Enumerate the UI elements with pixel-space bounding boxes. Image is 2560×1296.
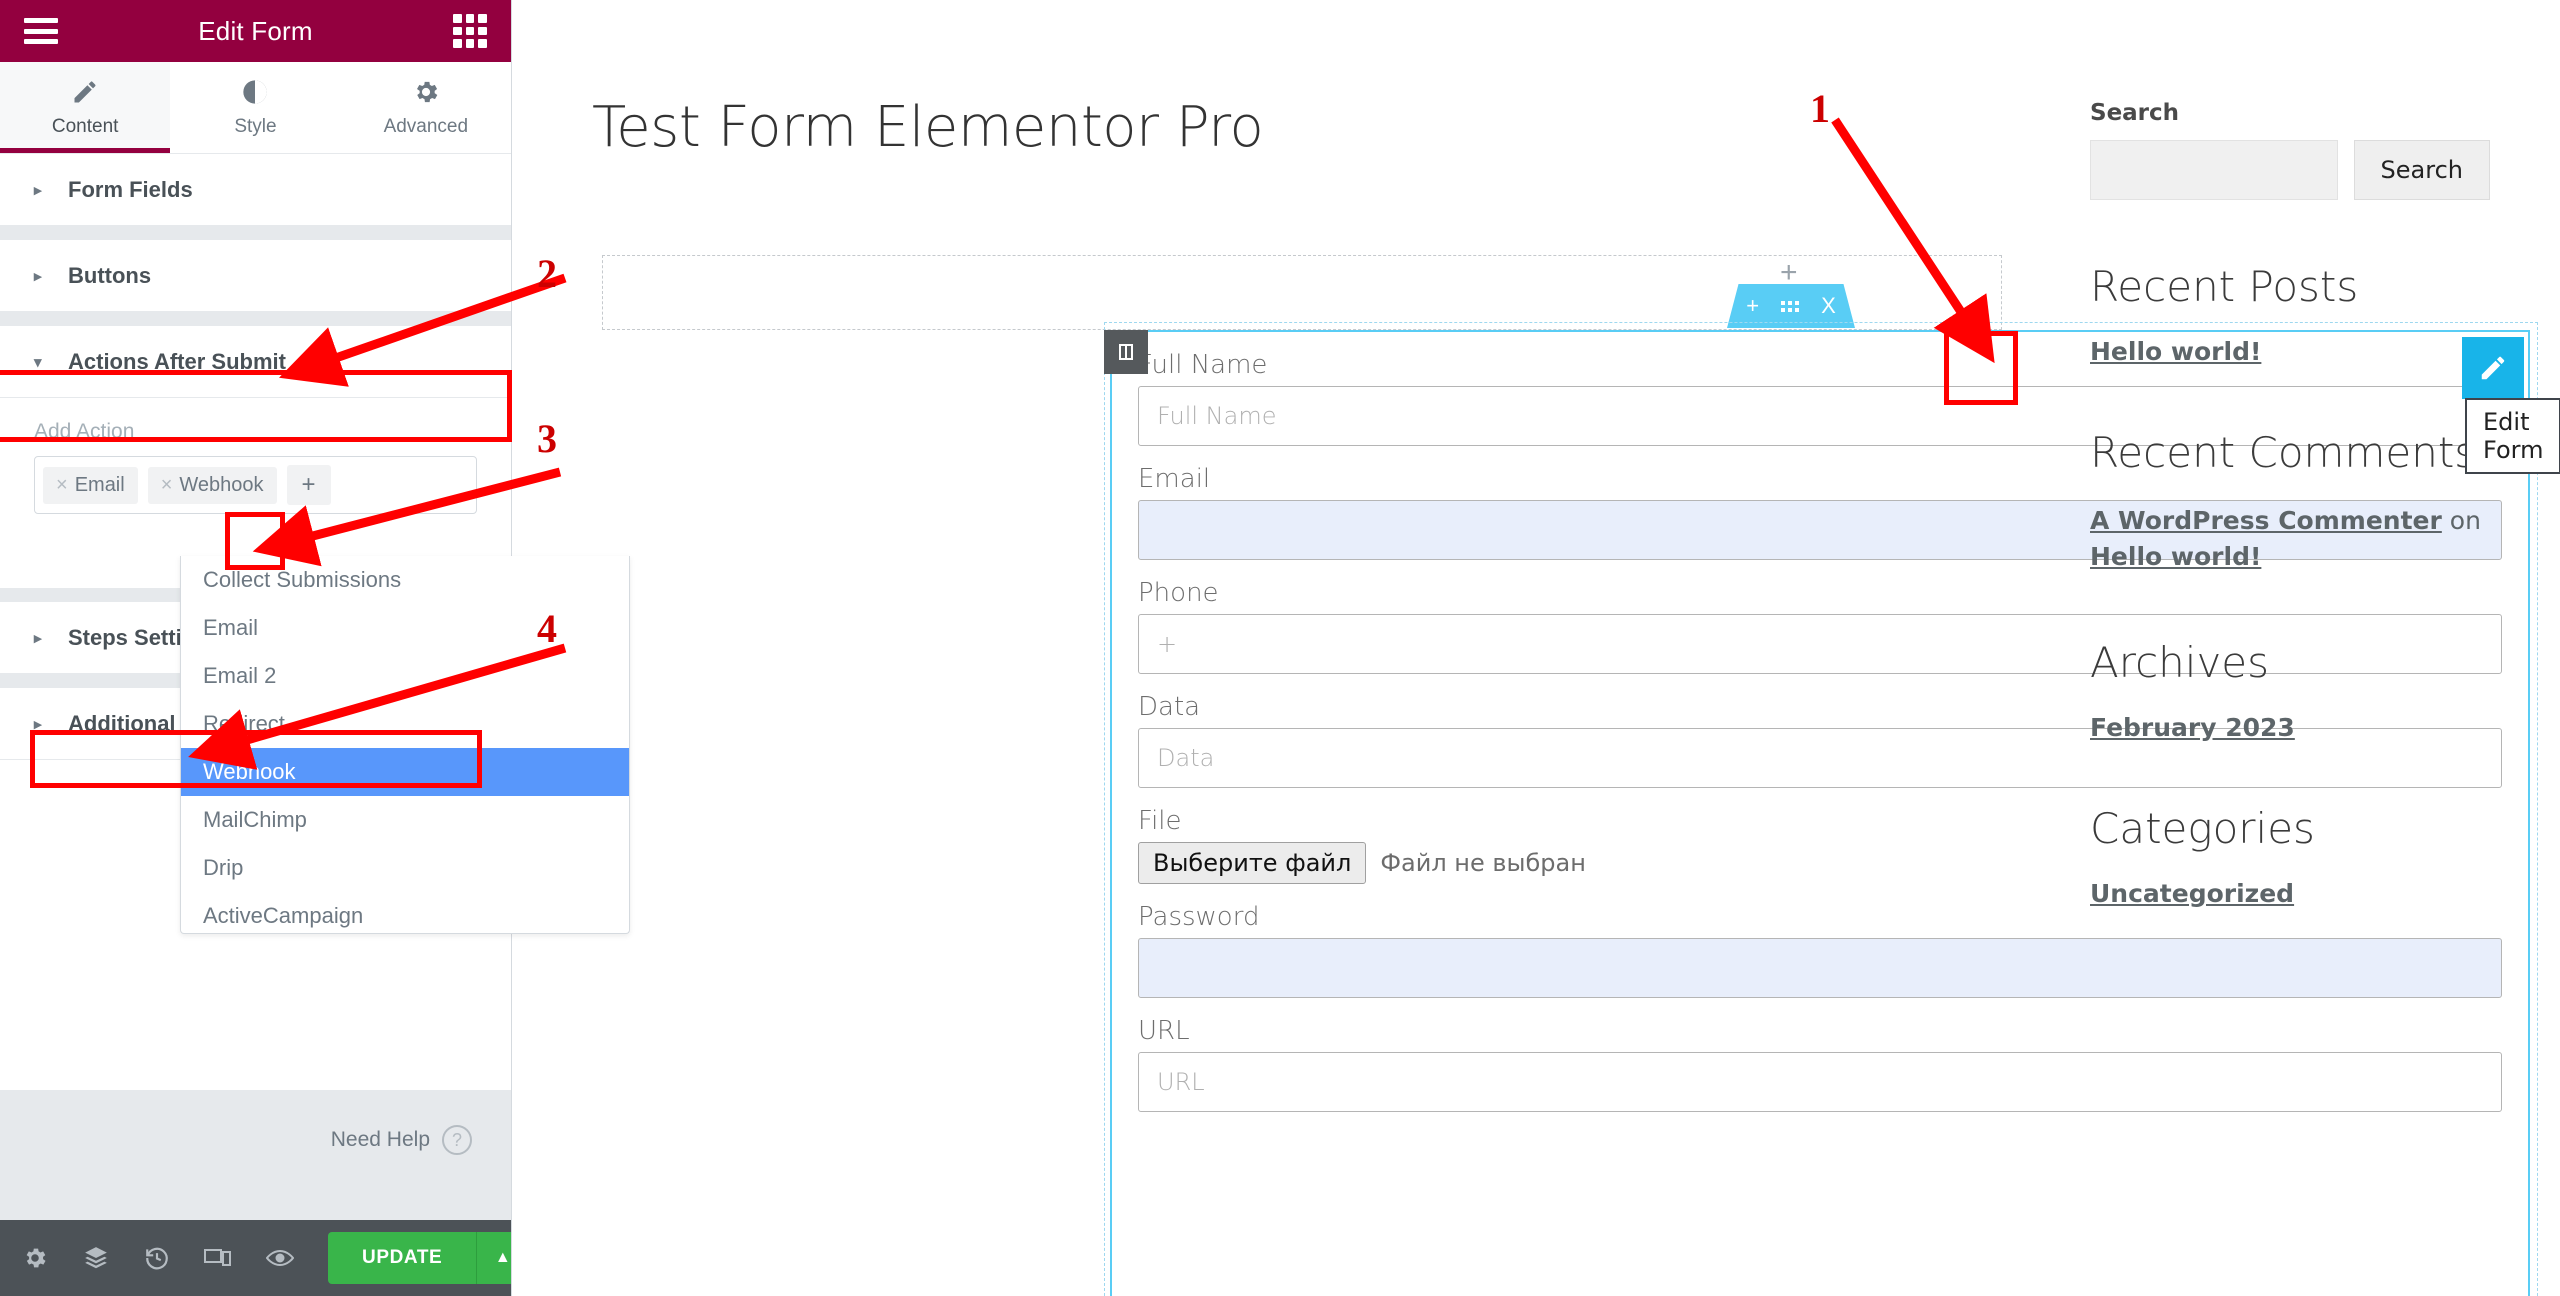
tab-style-label: Style — [234, 115, 277, 137]
plus-icon[interactable]: + — [1746, 293, 1759, 319]
contrast-icon — [241, 78, 269, 106]
dropdown-option-email[interactable]: Email — [181, 604, 629, 652]
add-action-label: Add Action — [34, 420, 135, 443]
gear-icon — [412, 78, 440, 106]
pencil-icon — [71, 78, 99, 106]
field-url: URL URL — [1138, 1016, 2502, 1112]
archive-link[interactable]: February 2023 — [2090, 713, 2490, 742]
sidebar-item-actions-after-submit-label: Actions After Submit — [68, 348, 286, 374]
add-action-section: Add Action × Email × Webhook + — [0, 398, 511, 524]
tab-advanced[interactable]: Advanced — [340, 62, 511, 153]
sidebar-item-buttons-label: Buttons — [68, 262, 152, 288]
panel-footer-space: Need Help ? — [0, 1090, 511, 1220]
add-action-plus-button[interactable]: + — [286, 465, 331, 505]
add-action-dropdown[interactable]: Collect Submissions Email Email 2 Redire… — [180, 556, 630, 934]
comment-author-link[interactable]: A WordPress Commenter — [2090, 506, 2442, 535]
search-heading: Search — [2090, 100, 2180, 126]
page-title: Test Form Elementor Pro — [592, 95, 1264, 160]
dropdown-option-webhook[interactable]: Webhook — [181, 748, 629, 796]
sidebar-item-form-fields-label: Form Fields — [68, 176, 193, 202]
panel-header: Edit Form — [0, 0, 511, 62]
settings-gear-icon[interactable] — [22, 1245, 48, 1271]
recent-comments-heading: Recent Comments — [2090, 428, 2477, 477]
panel-title: Edit Form — [198, 15, 313, 46]
sidebar-item-form-fields[interactable]: ▸ Form Fields — [0, 154, 511, 226]
widget-drag-handle[interactable] — [1104, 330, 1148, 374]
archives-heading: Archives — [2090, 637, 2270, 687]
dropdown-option-mailchimp[interactable]: MailChimp — [181, 796, 629, 844]
hamburger-icon[interactable] — [24, 18, 58, 44]
divider — [0, 312, 511, 326]
drag-dots-icon[interactable] — [1781, 300, 1800, 312]
recent-comment-item: A WordPress Commenter on Hello world! — [2090, 503, 2490, 576]
grid-icon[interactable] — [452, 14, 487, 48]
sidebar-item-buttons[interactable]: ▸ Buttons — [0, 240, 511, 312]
dropdown-option-activecampaign[interactable]: ActiveCampaign — [181, 892, 629, 933]
action-token-email-label: Email — [74, 473, 125, 496]
annotation-number-3: 3 — [537, 416, 557, 461]
editor-canvas: Test Form Elementor Pro + + X Full Name … — [512, 0, 2560, 1296]
dropdown-option-drip[interactable]: Drip — [181, 844, 629, 892]
sidebar-item-actions-after-submit[interactable]: ▾ Actions After Submit — [0, 326, 511, 398]
recent-posts-heading: Recent Posts — [2090, 262, 2359, 311]
navigator-layers-icon[interactable] — [82, 1245, 110, 1271]
choose-file-button[interactable]: Выберите файл — [1138, 842, 1367, 884]
action-token-webhook-label: Webhook — [179, 473, 264, 496]
panel-tabs: Content Style Advanced — [0, 62, 511, 154]
field-label: URL — [1138, 1016, 1190, 1046]
search-row: Search — [2090, 140, 2490, 200]
add-section-plus-icon[interactable]: + — [1780, 258, 1798, 288]
category-link[interactable]: Uncategorized — [2090, 879, 2490, 908]
tab-style[interactable]: Style — [170, 62, 341, 153]
comment-post-link[interactable]: Hello world! — [2090, 542, 2261, 571]
url-input[interactable]: URL — [1138, 1052, 2502, 1112]
dropdown-option-collect-submissions[interactable]: Collect Submissions — [181, 556, 629, 604]
history-revisions-icon[interactable] — [144, 1245, 170, 1271]
chevron-right-icon: ▸ — [34, 267, 42, 285]
edit-form-button[interactable] — [2462, 337, 2524, 399]
remove-token-icon[interactable]: × — [161, 474, 173, 497]
edit-form-tooltip: Edit Form — [2465, 398, 2560, 474]
password-input[interactable] — [1138, 938, 2502, 998]
tab-content[interactable]: Content — [0, 62, 171, 153]
action-token-email[interactable]: × Email — [43, 466, 138, 504]
search-button[interactable]: Search — [2353, 140, 2490, 200]
update-button[interactable]: UPDATE — [328, 1232, 477, 1284]
file-status-label: Файл не выбран — [1380, 849, 1586, 877]
tab-content-label: Content — [51, 115, 119, 137]
question-circle-icon[interactable]: ? — [442, 1125, 472, 1155]
comment-on-text: on — [2441, 506, 2481, 535]
field-password: Password — [1138, 902, 2502, 998]
preview-eye-icon[interactable] — [266, 1247, 294, 1269]
annotation-number-1: 1 — [1810, 86, 1830, 131]
divider — [0, 226, 511, 240]
annotation-number-4: 4 — [537, 606, 557, 651]
action-token-webhook[interactable]: × Webhook — [147, 466, 277, 504]
add-action-select[interactable]: × Email × Webhook + — [34, 456, 477, 514]
dropdown-option-email-2[interactable]: Email 2 — [181, 652, 629, 700]
update-caret-button[interactable]: ▲ — [476, 1232, 511, 1284]
close-x-icon[interactable]: X — [1821, 293, 1836, 319]
need-help-label: Need Help — [330, 1128, 430, 1151]
dropdown-option-redirect[interactable]: Redirect — [181, 700, 629, 748]
responsive-mode-icon[interactable] — [204, 1246, 232, 1270]
categories-heading: Categories — [2090, 803, 2315, 853]
remove-token-icon[interactable]: × — [56, 474, 68, 497]
annotation-number-2: 2 — [537, 251, 557, 296]
update-control: UPDATE ▲ — [328, 1232, 511, 1284]
chevron-down-icon: ▾ — [34, 353, 42, 371]
search-input[interactable] — [2090, 140, 2338, 200]
panel-bottom-bar: UPDATE ▲ — [0, 1220, 511, 1296]
wp-sidebar: Search Search Recent Posts Hello world! … — [2090, 100, 2490, 908]
tab-advanced-label: Advanced — [383, 115, 469, 137]
chevron-right-icon: ▸ — [34, 181, 42, 199]
chevron-right-icon: ▸ — [34, 715, 42, 733]
recent-post-link[interactable]: Hello world! — [2090, 337, 2490, 366]
chevron-right-icon: ▸ — [34, 629, 42, 647]
need-help[interactable]: Need Help ? — [0, 1090, 511, 1155]
